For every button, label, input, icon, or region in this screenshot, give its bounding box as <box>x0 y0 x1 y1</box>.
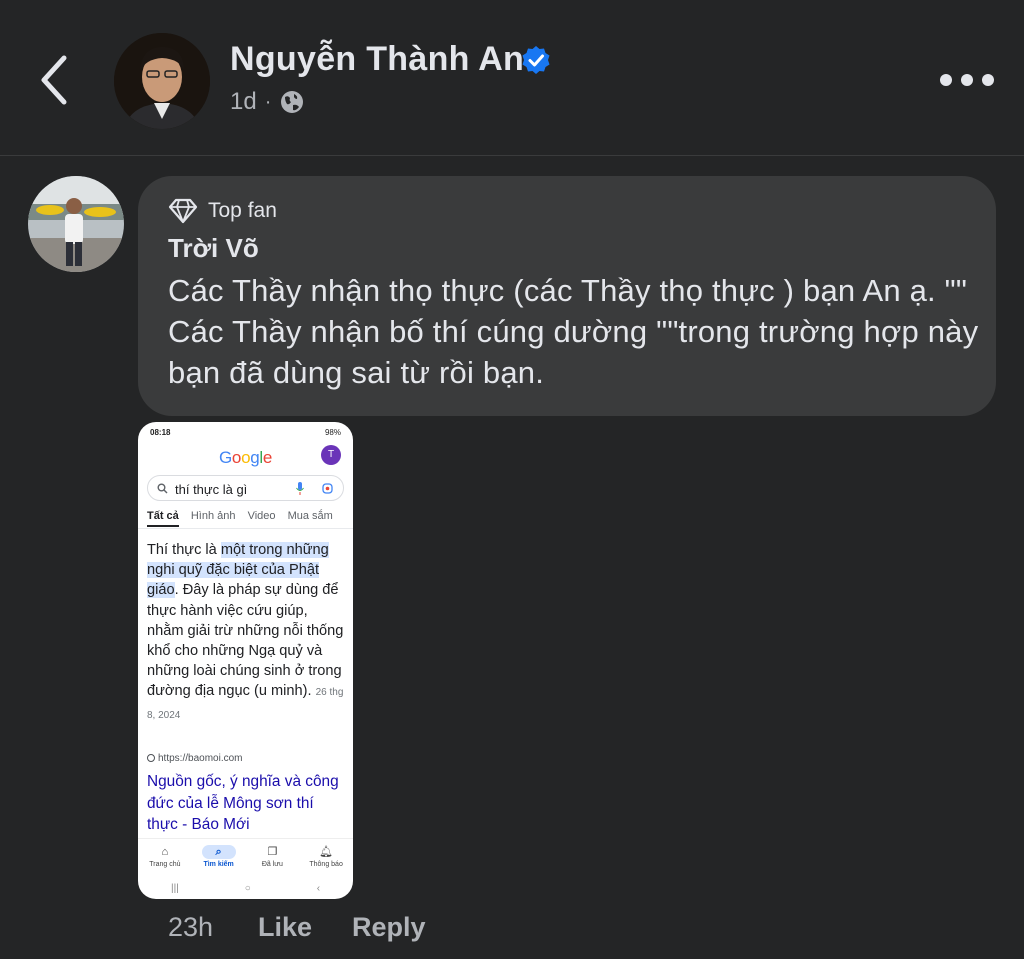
recents-icon: ||| <box>170 883 179 894</box>
google-search-box: thí thực là gì <box>147 475 344 501</box>
comment-text: Các Thầy nhận thọ thực (các Thầy thọ thự… <box>168 273 979 390</box>
reply-button[interactable]: Reply <box>352 912 426 943</box>
post-meta: 1d · <box>230 88 305 116</box>
nav-saved: ❐ Đã lưu <box>248 839 296 878</box>
bell-icon: 🔔︎ <box>319 846 334 858</box>
nav-home-label: Trang chủ <box>149 861 181 868</box>
google-tabs: Tất cả Hình ảnh Video Mua sắm <box>147 510 342 527</box>
commenter-name[interactable]: Trời Võ <box>168 233 259 264</box>
nav-home: ⌂ Trang chủ <box>141 839 189 878</box>
globe-icon <box>281 91 304 113</box>
phone-status-time: 08:18 <box>150 428 171 437</box>
snippet-pre: Thí thực là <box>147 542 221 558</box>
nav-search: ⌕ Tìm kiếm <box>195 839 243 878</box>
home-circle-icon: ○ <box>244 883 251 894</box>
comment-attachment-image[interactable]: 08:18 98% Google T thí thực là gì Tất cả… <box>138 422 353 899</box>
diamond-icon <box>168 198 198 224</box>
verified-badge-icon <box>522 46 550 74</box>
mic-icon <box>296 482 304 495</box>
google-profile-avatar: T <box>321 445 341 465</box>
result-source: https://baomoi.com <box>147 753 242 764</box>
home-icon: ⌂ <box>161 846 169 858</box>
commenter-photo <box>28 176 124 272</box>
tab-video: Video <box>247 510 276 522</box>
back-arrow-icon: ‹ <box>316 883 321 894</box>
nav-saved-label: Đã lưu <box>261 861 283 868</box>
google-bottom-nav: ⌂ Trang chủ ⌕ Tìm kiếm ❐ Đã lưu 🔔︎ Thông báo <box>138 838 353 878</box>
nav-notifications-label: Thông báo <box>309 861 343 868</box>
chevron-left-icon <box>41 55 67 105</box>
result-title: Nguồn gốc, ý nghĩa và công đức của lễ Mô… <box>147 773 339 833</box>
author-photo <box>114 33 210 129</box>
lens-icon <box>322 483 333 494</box>
back-button[interactable] <box>30 50 82 110</box>
comment-time[interactable]: 23h <box>168 912 258 943</box>
search-icon <box>157 483 168 494</box>
author-name[interactable]: Nguyễn Thành An <box>230 40 524 79</box>
more-dot <box>982 74 994 86</box>
tab-all: Tất cả <box>147 510 179 527</box>
tab-divider <box>138 528 353 529</box>
search-query: thí thực là gì <box>175 482 248 497</box>
android-system-nav: ||| ○ ‹ <box>138 878 353 899</box>
tab-images: Hình ảnh <box>190 510 236 522</box>
site-favicon-icon <box>147 754 155 762</box>
post-time[interactable]: 1d <box>230 88 257 116</box>
like-button[interactable]: Like <box>258 912 312 943</box>
tab-shopping: Mua sắm <box>287 510 333 522</box>
source-url: https://baomoi.com <box>158 753 243 764</box>
author-avatar[interactable] <box>114 33 210 129</box>
phone-status-battery: 98% <box>324 428 341 437</box>
commenter-avatar[interactable] <box>28 176 124 272</box>
post-header: Nguyễn Thành An 1d · <box>0 0 1024 156</box>
snippet-post: . Đây là pháp sự dùng để thực hành việc … <box>147 582 344 700</box>
more-dot <box>961 74 973 86</box>
more-options-button[interactable] <box>940 60 994 100</box>
top-fan-badge: Top fan <box>168 198 277 224</box>
featured-snippet: Thí thực là một trong những nghi quỹ đặc… <box>147 540 347 726</box>
nav-search-label: Tìm kiếm <box>203 861 234 868</box>
comment-actions: 23h Like Reply <box>168 912 466 943</box>
search-icon: ⌕ <box>201 845 236 859</box>
more-dot <box>940 74 952 86</box>
nav-notifications: 🔔︎ Thông báo <box>302 839 350 878</box>
bookmark-icon: ❐ <box>267 846 278 858</box>
badge-label: Top fan <box>208 199 277 222</box>
meta-separator: · <box>264 90 272 113</box>
